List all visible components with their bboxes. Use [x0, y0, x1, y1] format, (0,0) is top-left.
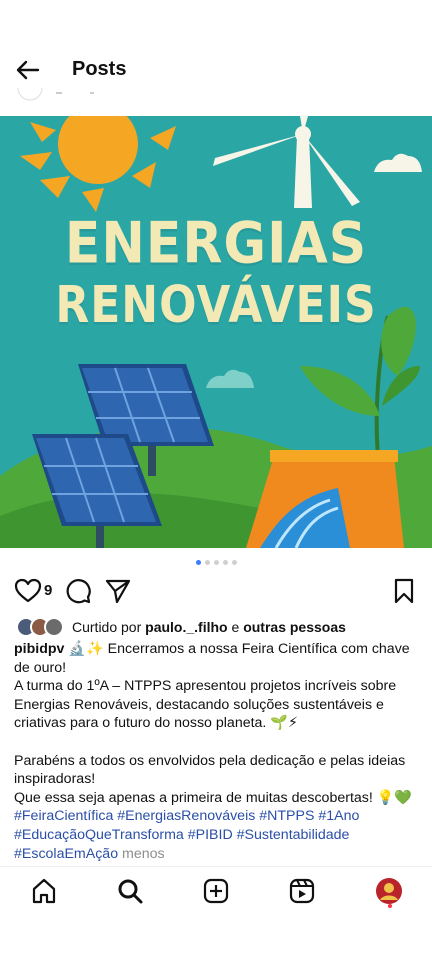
- post-image[interactable]: ENERGIAS RENOVÁVEIS: [0, 116, 432, 548]
- liked-by-connector: e: [231, 619, 240, 635]
- caption-text: Energias Renováveis, destacando soluções…: [14, 696, 384, 713]
- post-actions: 9: [0, 577, 432, 607]
- caption-text: 🔬✨ Encerramos a nossa Feira Científica c…: [68, 641, 410, 657]
- send-icon[interactable]: [104, 577, 132, 605]
- caption-text: Parabéns a todos os envolvidos pela dedi…: [14, 752, 406, 769]
- reels-icon[interactable]: [288, 877, 316, 905]
- caption-text: de ouro!: [14, 659, 67, 676]
- carousel-dot: [195, 560, 201, 565]
- caption-username[interactable]: pibidpv: [14, 641, 64, 657]
- liked-by-row[interactable]: Curtido por paulo._.filho e outras pesso…: [16, 616, 346, 638]
- carousel-dot: [213, 560, 219, 565]
- caption-hashtags[interactable]: #FeiraCientífica #EnergiasRenováveis #NT…: [14, 807, 418, 826]
- notification-dot: [388, 904, 392, 908]
- avatar: [44, 617, 64, 637]
- liked-by-prefix: Curtido por: [72, 619, 142, 635]
- caption-hashtags[interactable]: #EscolaEmAção: [14, 846, 118, 862]
- arrow-left-icon[interactable]: [14, 56, 42, 84]
- like-count[interactable]: 9: [44, 582, 52, 599]
- liked-by-others[interactable]: outras pessoas: [243, 619, 346, 635]
- caption-text: A turma do 1ºA – NTPPS apresentou projet…: [14, 678, 397, 695]
- caption-text: criativas para o futuro do nosso planeta…: [14, 715, 298, 732]
- search-icon[interactable]: [116, 877, 144, 905]
- image-title-line1: ENERGIAS: [64, 211, 368, 277]
- liker-avatars: [16, 617, 66, 637]
- page-title: Posts: [72, 58, 127, 80]
- caption-text: inspiradoras!: [14, 771, 96, 788]
- caption-text: Que essa seja apenas a primeira de muita…: [14, 789, 413, 806]
- carousel-dot: [222, 560, 228, 565]
- avatar[interactable]: [375, 877, 403, 905]
- carousel-dot: [231, 560, 237, 565]
- previous-post-header-fragment: [16, 88, 136, 104]
- caption-less-toggle[interactable]: menos: [122, 846, 165, 862]
- carousel-dot: [204, 560, 210, 565]
- caption-hashtags[interactable]: #EducaçãoQueTransforma #PIBID #Sustentab…: [14, 826, 418, 845]
- bottom-navigation: [0, 866, 432, 916]
- image-title-line2: RENOVÁVEIS: [55, 276, 377, 335]
- liked-by-user[interactable]: paulo._.filho: [145, 619, 227, 635]
- carousel-indicator: [0, 560, 432, 565]
- bookmark-icon[interactable]: [390, 577, 418, 605]
- comment-icon[interactable]: [64, 577, 92, 605]
- post-caption: pibidpv 🔬✨ Encerramos a nossa Feira Cien…: [14, 640, 418, 863]
- home-icon[interactable]: [30, 877, 58, 905]
- heart-icon[interactable]: [14, 577, 42, 605]
- plus-square-icon[interactable]: [202, 877, 230, 905]
